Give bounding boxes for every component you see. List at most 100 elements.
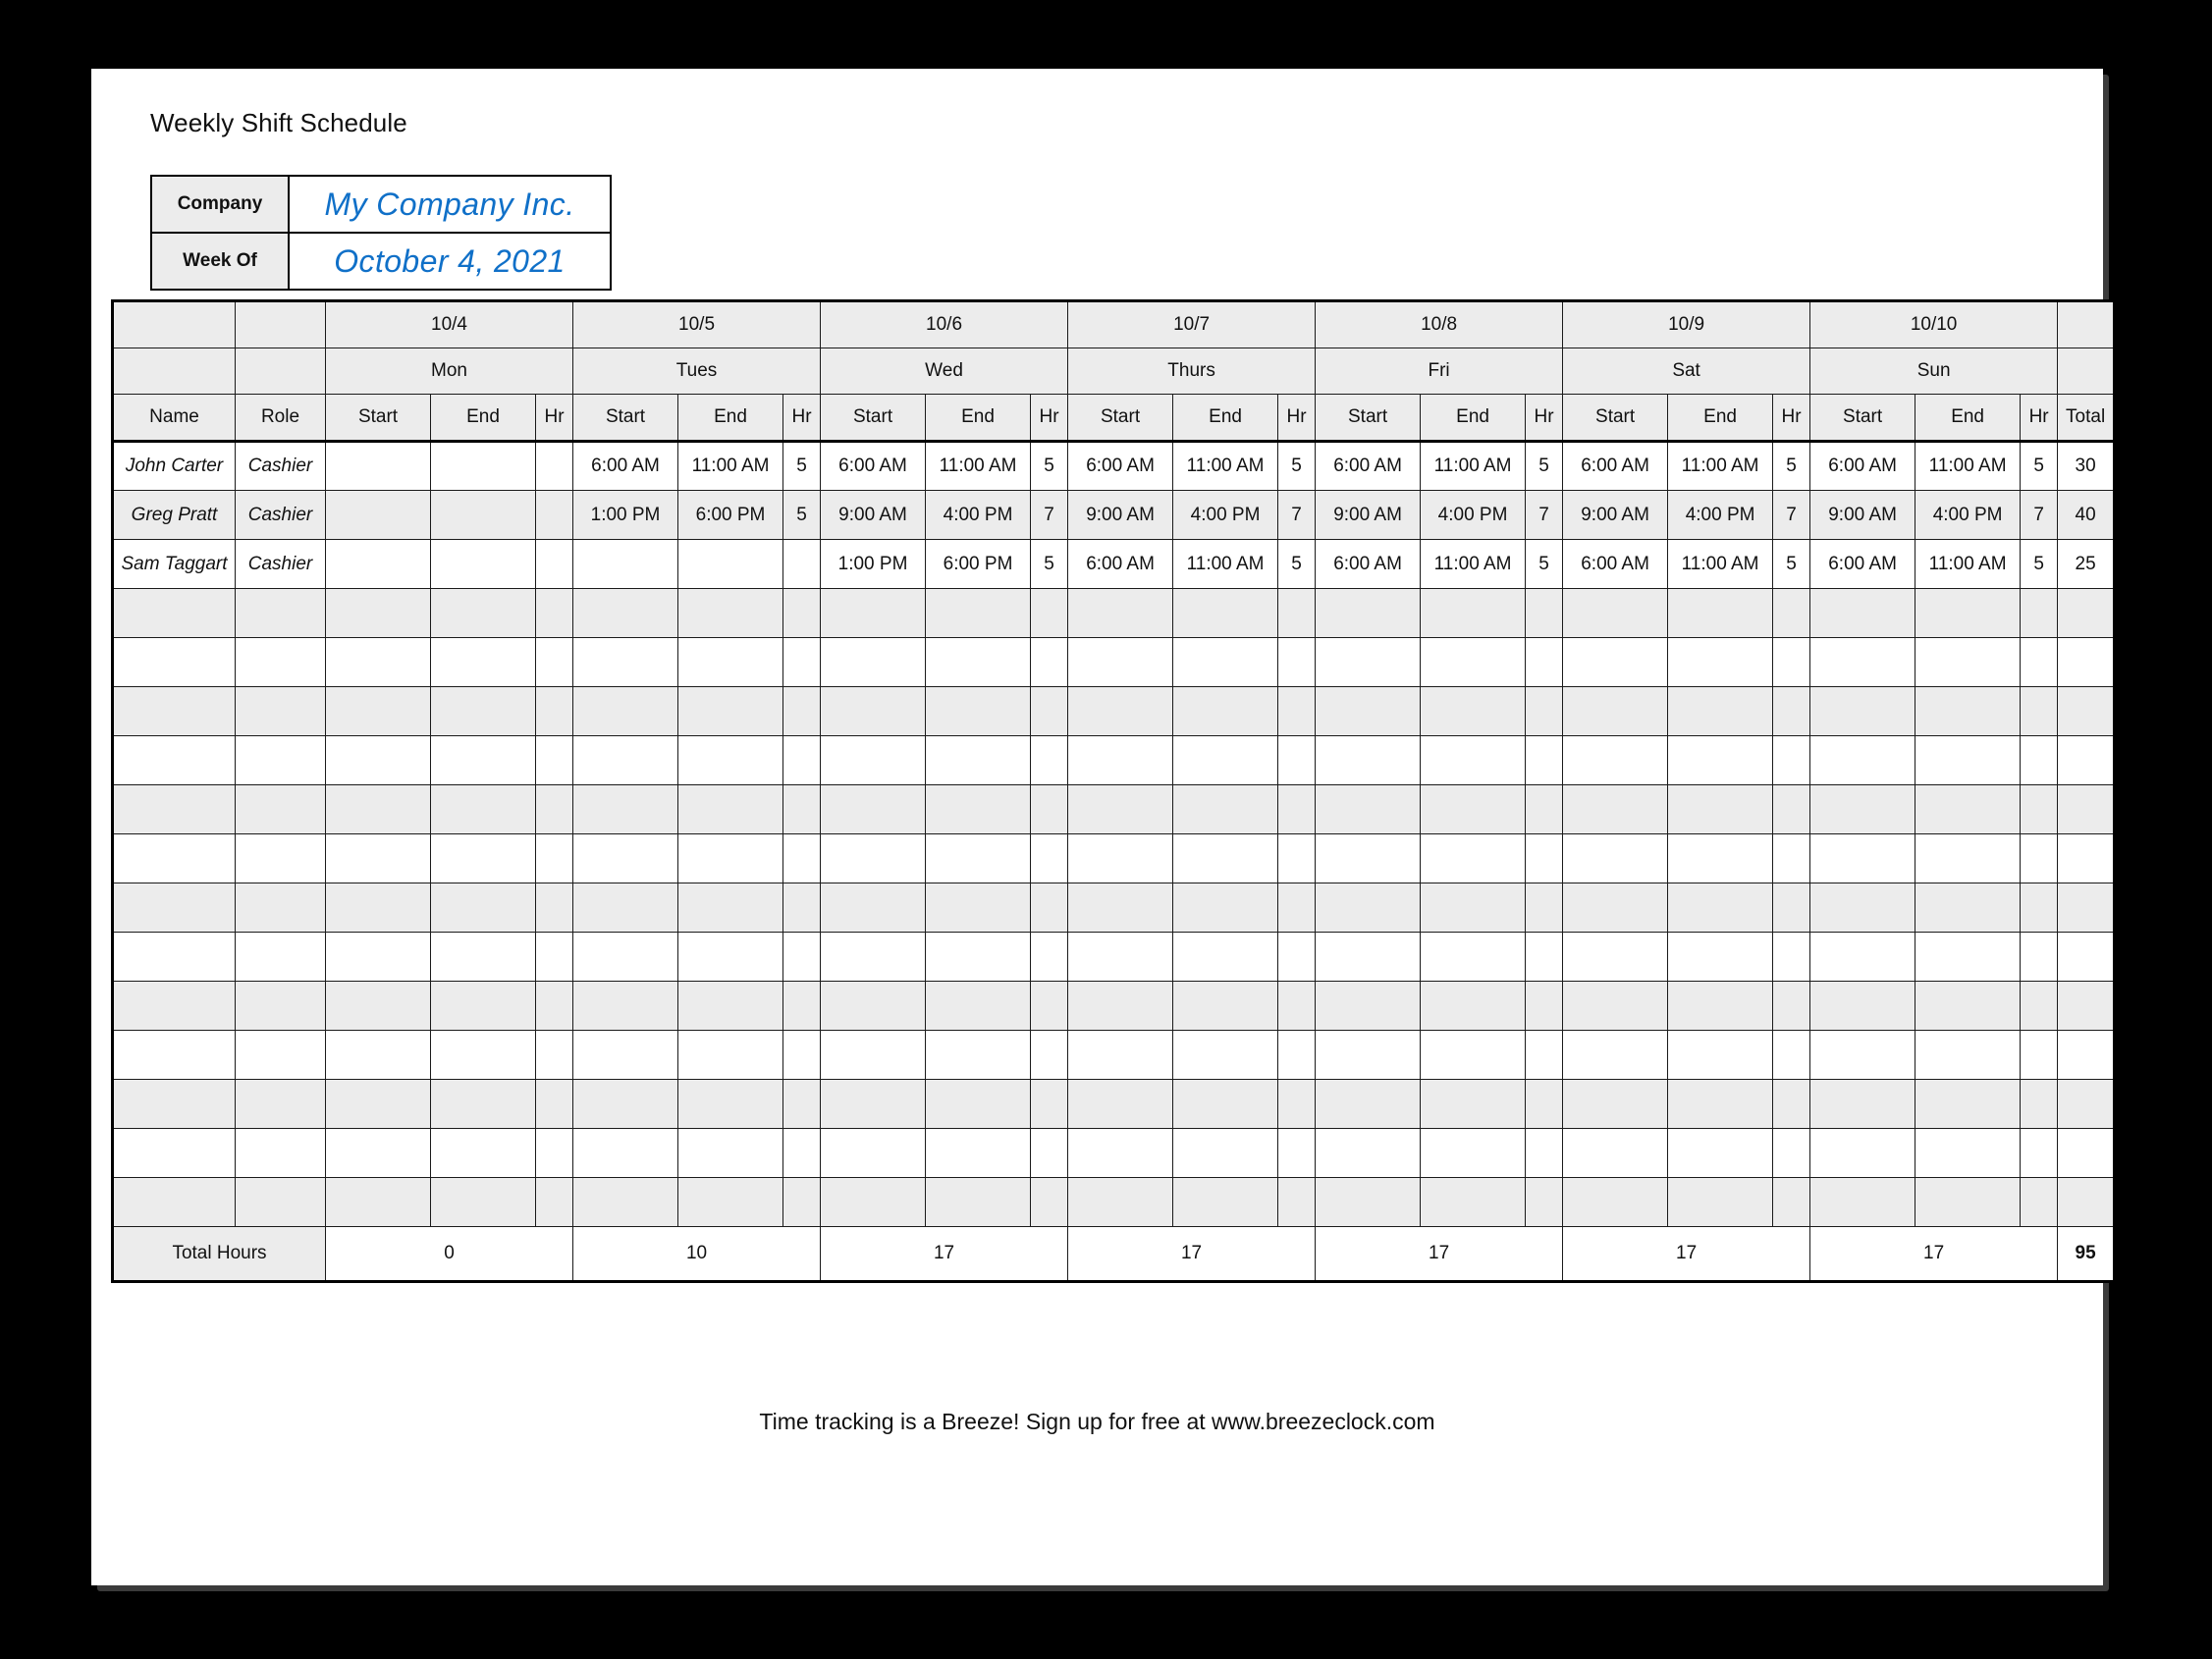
cell-start-wed[interactable] xyxy=(820,784,927,834)
cell-role[interactable] xyxy=(235,1079,326,1129)
cell-start-fri[interactable]: 6:00 AM xyxy=(1315,539,1422,589)
cell-end-thurs[interactable] xyxy=(1172,883,1279,933)
cell-name[interactable] xyxy=(112,833,236,883)
cell-start-thurs[interactable]: 6:00 AM xyxy=(1067,539,1174,589)
cell-start-mon[interactable] xyxy=(325,686,431,736)
cell-end-thurs[interactable] xyxy=(1172,1079,1279,1129)
cell-start-sat[interactable] xyxy=(1562,1079,1669,1129)
cell-start-tues[interactable] xyxy=(572,1079,679,1129)
cell-end-wed[interactable] xyxy=(925,1079,1032,1129)
cell-end-thurs[interactable] xyxy=(1172,833,1279,883)
cell-end-mon[interactable] xyxy=(430,932,536,982)
cell-end-mon[interactable] xyxy=(430,1128,536,1178)
cell-end-tues[interactable] xyxy=(677,833,784,883)
cell-role[interactable]: Cashier xyxy=(235,539,326,589)
cell-start-fri[interactable] xyxy=(1315,932,1422,982)
cell-end-mon[interactable] xyxy=(430,539,536,589)
cell-end-mon[interactable] xyxy=(430,981,536,1031)
cell-end-tues[interactable] xyxy=(677,1030,784,1080)
cell-role[interactable] xyxy=(235,588,326,638)
cell-start-fri[interactable] xyxy=(1315,1030,1422,1080)
cell-start-thurs[interactable] xyxy=(1067,932,1174,982)
cell-end-mon[interactable] xyxy=(430,686,536,736)
cell-end-sun[interactable]: 11:00 AM xyxy=(1915,539,2022,589)
cell-end-tues[interactable] xyxy=(677,1128,784,1178)
cell-start-sat[interactable] xyxy=(1562,981,1669,1031)
cell-start-wed[interactable] xyxy=(820,1079,927,1129)
cell-start-sun[interactable] xyxy=(1809,686,1916,736)
cell-end-sun[interactable] xyxy=(1915,1030,2022,1080)
cell-start-tues[interactable] xyxy=(572,1030,679,1080)
cell-end-tues[interactable] xyxy=(677,784,784,834)
cell-start-sun[interactable] xyxy=(1809,588,1916,638)
cell-end-mon[interactable] xyxy=(430,833,536,883)
cell-start-sat[interactable] xyxy=(1562,1030,1669,1080)
cell-role[interactable] xyxy=(235,1177,326,1227)
cell-end-fri[interactable] xyxy=(1420,588,1527,638)
cell-start-sun[interactable] xyxy=(1809,981,1916,1031)
cell-start-mon[interactable] xyxy=(325,1177,431,1227)
cell-end-fri[interactable] xyxy=(1420,735,1527,785)
cell-end-sat[interactable]: 11:00 AM xyxy=(1667,441,1774,491)
cell-end-fri[interactable] xyxy=(1420,784,1527,834)
cell-end-sun[interactable] xyxy=(1915,833,2022,883)
cell-end-mon[interactable] xyxy=(430,1030,536,1080)
cell-end-tues[interactable] xyxy=(677,735,784,785)
cell-start-fri[interactable] xyxy=(1315,1177,1422,1227)
company-value[interactable]: My Company Inc. xyxy=(288,175,612,234)
cell-end-tues[interactable] xyxy=(677,1177,784,1227)
cell-end-fri[interactable] xyxy=(1420,1128,1527,1178)
cell-end-thurs[interactable] xyxy=(1172,1128,1279,1178)
cell-role[interactable] xyxy=(235,833,326,883)
cell-start-fri[interactable] xyxy=(1315,981,1422,1031)
cell-end-wed[interactable] xyxy=(925,588,1032,638)
cell-role[interactable]: Cashier xyxy=(235,490,326,540)
cell-end-tues[interactable] xyxy=(677,637,784,687)
cell-start-thurs[interactable] xyxy=(1067,1177,1174,1227)
cell-start-thurs[interactable] xyxy=(1067,735,1174,785)
cell-end-fri[interactable] xyxy=(1420,981,1527,1031)
cell-end-tues[interactable] xyxy=(677,981,784,1031)
cell-role[interactable] xyxy=(235,932,326,982)
cell-name[interactable] xyxy=(112,1177,236,1227)
cell-end-mon[interactable] xyxy=(430,735,536,785)
cell-start-thurs[interactable] xyxy=(1067,1128,1174,1178)
week-of-value[interactable]: October 4, 2021 xyxy=(288,232,612,291)
cell-role[interactable] xyxy=(235,735,326,785)
cell-name[interactable] xyxy=(112,784,236,834)
cell-end-mon[interactable] xyxy=(430,883,536,933)
cell-end-thurs[interactable] xyxy=(1172,784,1279,834)
cell-end-sat[interactable] xyxy=(1667,1177,1774,1227)
cell-start-wed[interactable] xyxy=(820,981,927,1031)
cell-start-sat[interactable] xyxy=(1562,735,1669,785)
cell-end-fri[interactable] xyxy=(1420,686,1527,736)
cell-end-wed[interactable] xyxy=(925,981,1032,1031)
cell-end-fri[interactable] xyxy=(1420,932,1527,982)
cell-end-thurs[interactable]: 11:00 AM xyxy=(1172,539,1279,589)
cell-start-sun[interactable] xyxy=(1809,1177,1916,1227)
cell-start-sat[interactable] xyxy=(1562,1177,1669,1227)
cell-start-thurs[interactable] xyxy=(1067,1079,1174,1129)
cell-end-wed[interactable] xyxy=(925,637,1032,687)
cell-end-sat[interactable] xyxy=(1667,1079,1774,1129)
cell-name[interactable] xyxy=(112,1079,236,1129)
cell-start-sat[interactable]: 6:00 AM xyxy=(1562,539,1669,589)
cell-end-mon[interactable] xyxy=(430,490,536,540)
cell-end-sat[interactable] xyxy=(1667,1030,1774,1080)
cell-start-thurs[interactable]: 6:00 AM xyxy=(1067,441,1174,491)
cell-name[interactable] xyxy=(112,1128,236,1178)
cell-start-tues[interactable] xyxy=(572,833,679,883)
cell-start-tues[interactable] xyxy=(572,1177,679,1227)
cell-start-sun[interactable] xyxy=(1809,1079,1916,1129)
cell-start-mon[interactable] xyxy=(325,833,431,883)
cell-name[interactable] xyxy=(112,932,236,982)
cell-end-fri[interactable]: 11:00 AM xyxy=(1420,441,1527,491)
cell-start-sat[interactable] xyxy=(1562,588,1669,638)
cell-end-tues[interactable]: 11:00 AM xyxy=(677,441,784,491)
cell-start-sat[interactable] xyxy=(1562,932,1669,982)
cell-role[interactable] xyxy=(235,981,326,1031)
cell-start-wed[interactable]: 1:00 PM xyxy=(820,539,927,589)
cell-end-fri[interactable] xyxy=(1420,1030,1527,1080)
cell-start-mon[interactable] xyxy=(325,883,431,933)
cell-start-fri[interactable] xyxy=(1315,588,1422,638)
